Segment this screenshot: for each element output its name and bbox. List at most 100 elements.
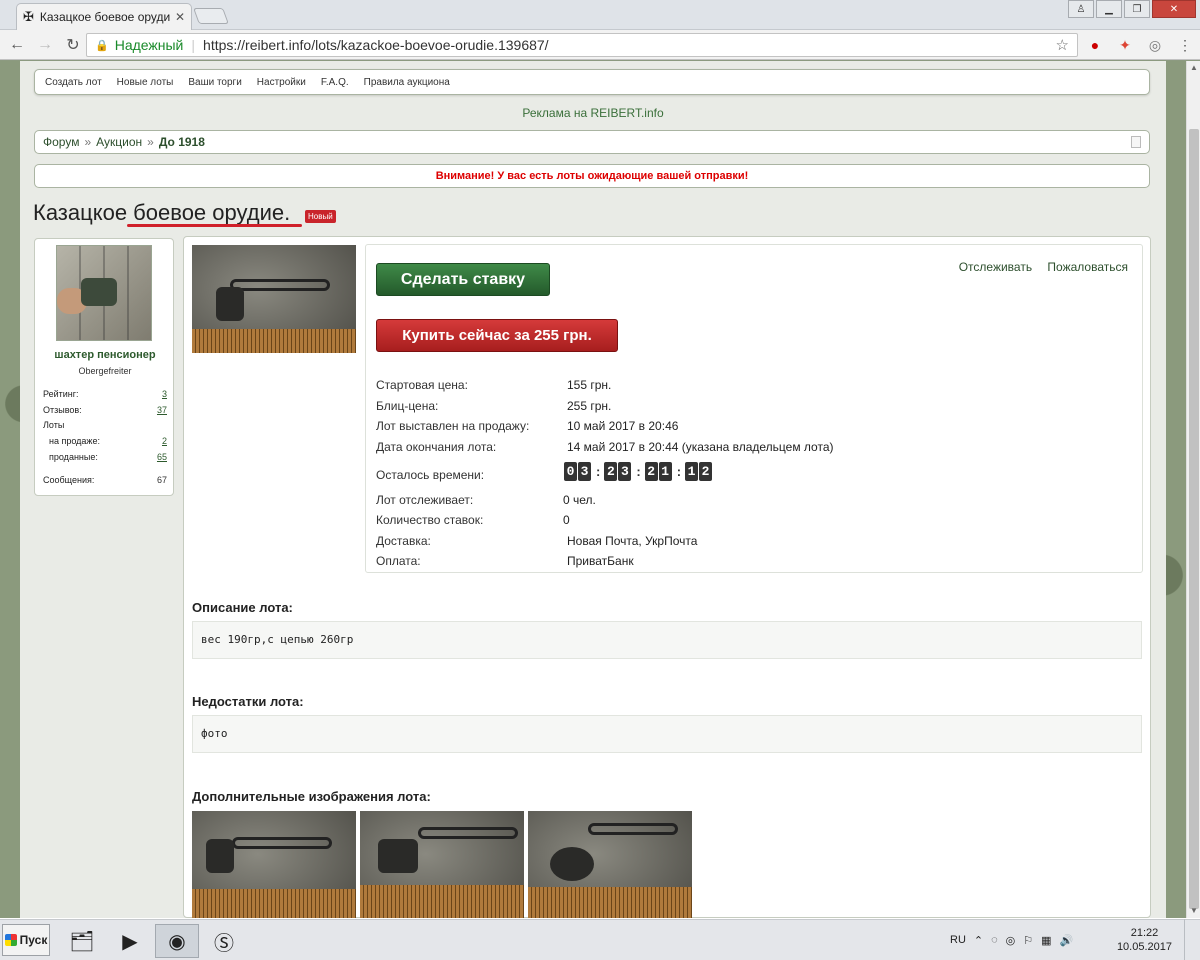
vertical-scrollbar[interactable]: ▲ ▼ [1186, 61, 1200, 918]
file-explorer-icon[interactable]: 🗂 [60, 924, 104, 958]
countdown-digit: 3 [578, 462, 591, 481]
detail-label: Блиц-цена: [376, 399, 439, 413]
rss-icon[interactable] [1131, 136, 1141, 148]
start-button[interactable]: Пуск [2, 924, 50, 956]
main-lot-image[interactable] [192, 245, 356, 353]
extension-adblock-icon[interactable]: ● [1084, 34, 1106, 56]
page-viewport: Создать лот Новые лоты Ваши торги Настро… [0, 61, 1186, 918]
clock[interactable]: 21:22 10.05.2017 [1117, 926, 1172, 954]
nav-settings[interactable]: Настройки [257, 77, 306, 88]
nav-your-bids[interactable]: Ваши торги [188, 77, 241, 88]
countdown-digit: 1 [685, 462, 699, 481]
breadcrumb-forum[interactable]: Форум [43, 135, 79, 149]
volume-icon[interactable]: 🔊 [1060, 934, 1074, 947]
bookmark-star-icon[interactable]: ☆ [1056, 36, 1069, 54]
detail-label: Количество ставок: [376, 513, 484, 527]
messages-value: 67 [156, 475, 167, 485]
extra-image-thumbnail[interactable] [360, 811, 524, 918]
show-desktop-button[interactable] [1184, 919, 1200, 960]
maximize-button[interactable]: ❐ [1124, 0, 1150, 18]
countdown-digit: 2 [699, 462, 713, 481]
browser-tab[interactable]: ✠ Казацкое боевое оруди ✕ [16, 3, 192, 30]
nav-create-lot[interactable]: Создать лот [45, 77, 102, 88]
detail-value: ПриватБанк [567, 554, 634, 568]
countdown-colon: : [636, 464, 641, 479]
onsale-value[interactable]: 2 [162, 436, 167, 446]
close-window-button[interactable]: ✕ [1152, 0, 1196, 18]
new-tab-button[interactable] [193, 8, 229, 24]
profile-icon[interactable]: ♙ [1068, 0, 1094, 18]
detail-value: 14 май 2017 в 20:44 (указана владельцем … [567, 440, 834, 454]
browser-toolbar: ← → ↻ 🔒 Надежный | https://reibert.info/… [0, 30, 1200, 60]
chrome-icon[interactable]: ◉ [155, 924, 199, 958]
close-tab-icon[interactable]: ✕ [175, 10, 185, 24]
countdown-timer: 0 3 : 2 3 : 2 1 : 1 2 [564, 462, 713, 481]
address-bar[interactable]: 🔒 Надежный | https://reibert.info/lots/k… [86, 33, 1078, 57]
reload-icon[interactable]: ↻ [62, 35, 84, 55]
menu-icon[interactable]: ⋮ [1174, 34, 1196, 56]
clock-date: 10.05.2017 [1116, 941, 1172, 953]
language-indicator[interactable]: RU [950, 934, 966, 946]
seller-name[interactable]: шахтер пенсионер [35, 349, 175, 361]
back-icon[interactable]: ← [6, 36, 28, 54]
buy-now-button[interactable]: Купить сейчас за 255 грн. [376, 319, 618, 352]
detail-value: 10 май 2017 в 20:46 [567, 419, 679, 433]
report-link[interactable]: Пожаловаться [1047, 260, 1128, 274]
minimize-button[interactable]: ▁ [1096, 0, 1122, 18]
detail-label: Лот выставлен на продажу: [376, 419, 530, 433]
countdown-colon: : [676, 464, 682, 479]
security-label: Надежный [114, 37, 184, 53]
seller-reviews-row: Отзывов: 37 [43, 405, 167, 415]
detail-value: 0 чел. [563, 493, 596, 507]
detail-value: 255 грн. [567, 399, 612, 413]
new-badge: Новый [305, 210, 336, 223]
breadcrumb-category[interactable]: До 1918 [159, 135, 205, 149]
lot-panel: Сделать ставку Купить сейчас за 255 грн.… [183, 236, 1151, 918]
scroll-up-icon[interactable]: ▲ [1187, 61, 1200, 75]
extension-sync-icon[interactable]: ◎ [1144, 34, 1166, 56]
scroll-down-icon[interactable]: ▼ [1187, 904, 1200, 918]
forward-icon[interactable]: → [34, 36, 56, 54]
iron-cross-icon: ✠ [23, 9, 34, 24]
countdown-digit: 0 [564, 462, 577, 481]
skype-icon[interactable]: Ⓢ [202, 924, 246, 958]
auction-navbar: Создать лот Новые лоты Ваши торги Настро… [34, 69, 1150, 95]
sold-value[interactable]: 65 [157, 452, 167, 462]
countdown-colon: : [596, 464, 601, 479]
countdown-digit: 1 [658, 462, 672, 481]
network-icon[interactable]: ▦ [1041, 934, 1051, 947]
avatar[interactable] [56, 245, 152, 341]
tab-title: Казацкое боевое оруди [39, 10, 171, 24]
system-tray: RU ⌃ ◌ ◎ ⚐ ▦ 🔊 [950, 919, 1081, 960]
breadcrumb-auction[interactable]: Аукцион [96, 135, 142, 149]
start-label: Пуск [19, 933, 48, 947]
nav-rules[interactable]: Правила аукциона [364, 77, 450, 88]
detail-label: Доставка: [376, 534, 431, 548]
onsale-label: на продаже: [49, 436, 100, 446]
tray-chrome-icon[interactable]: ◎ [1006, 934, 1016, 947]
reviews-label: Отзывов: [43, 405, 82, 415]
extra-image-thumbnail[interactable] [192, 811, 356, 918]
rating-label: Рейтинг: [43, 389, 79, 399]
rating-value[interactable]: 3 [162, 389, 167, 399]
seller-card: шахтер пенсионер Obergefreiter Рейтинг: … [34, 238, 174, 496]
nav-faq[interactable]: F.A.Q. [321, 77, 349, 88]
nav-new-lots[interactable]: Новые лоты [117, 77, 174, 88]
reviews-value[interactable]: 37 [157, 405, 167, 415]
seller-lots-row: Лоты [43, 420, 167, 430]
media-player-icon[interactable]: ▶ [108, 924, 152, 958]
lock-icon: 🔒 [95, 39, 109, 52]
extension-puzzle-icon[interactable]: ✦ [1114, 34, 1136, 56]
place-bid-button[interactable]: Сделать ставку [376, 263, 550, 296]
detail-label: Лот отслеживает: [376, 493, 474, 507]
pending-shipment-alert[interactable]: Внимание! У вас есть лоты ожидающие ваше… [34, 164, 1150, 188]
watch-link[interactable]: Отслеживать [959, 260, 1032, 274]
tray-app-icon[interactable]: ◌ [991, 934, 998, 946]
extra-image-thumbnail[interactable] [528, 811, 692, 918]
scrollbar-thumb[interactable] [1189, 129, 1199, 909]
address-separator: | [191, 37, 196, 53]
countdown-digit: 2 [644, 462, 658, 481]
ad-link[interactable]: Реклама на REIBERT.info [20, 106, 1166, 120]
action-center-flag-icon[interactable]: ⚐ [1023, 934, 1033, 947]
tray-expand-icon[interactable]: ⌃ [974, 934, 983, 947]
